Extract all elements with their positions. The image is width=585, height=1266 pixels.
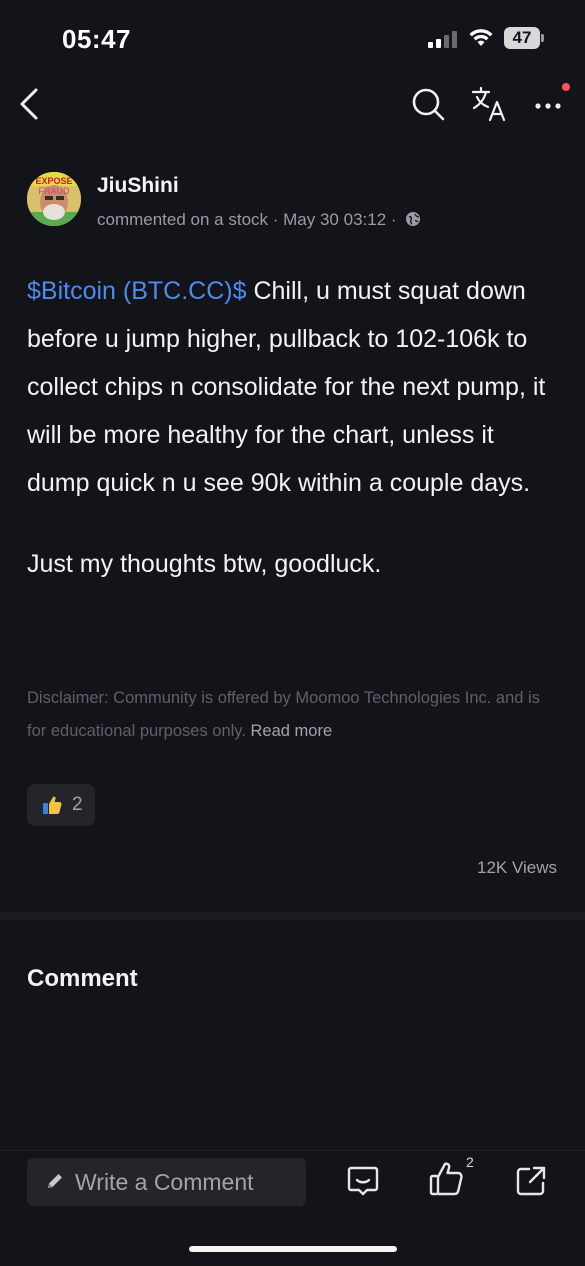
section-divider <box>0 912 585 920</box>
top-nav-bar <box>0 72 585 136</box>
post-meta-text: commented on a stock · May 30 03:12 · <box>97 210 397 229</box>
wifi-icon <box>469 29 493 46</box>
stock-ticker-link[interactable]: $Bitcoin (BTC.CC)$ <box>27 277 247 305</box>
home-indicator[interactable] <box>189 1246 397 1252</box>
reaction-count: 2 <box>72 794 83 815</box>
comment-section-title: Comment <box>27 965 138 992</box>
author-avatar[interactable]: EXPOSE FRAUD <box>27 172 81 226</box>
search-icon[interactable] <box>410 86 446 122</box>
svg-text:FRAUD: FRAUD <box>39 186 70 196</box>
comment-icon[interactable] <box>346 1164 380 1198</box>
write-comment-input[interactable]: Write a Comment <box>27 1158 306 1206</box>
translate-icon[interactable] <box>470 84 510 124</box>
post-text-2: Just my thoughts btw, goodluck. <box>27 550 382 578</box>
battery-icon: 47 <box>504 27 540 49</box>
globe-icon <box>406 212 421 226</box>
bottom-bar-divider <box>0 1150 585 1151</box>
share-icon[interactable] <box>514 1164 548 1198</box>
svg-text:EXPOSE: EXPOSE <box>35 176 72 186</box>
notification-dot <box>562 83 570 91</box>
more-options-icon[interactable] <box>530 86 570 122</box>
read-more-link[interactable]: Read more <box>251 722 333 740</box>
battery-cap <box>541 34 544 42</box>
cellular-signal-icon <box>428 30 458 48</box>
like-count: 2 <box>466 1154 474 1170</box>
post-text: Chill, u must squat down before u jump h… <box>27 277 546 497</box>
pencil-icon <box>48 1174 62 1188</box>
thumbs-up-emoji-icon <box>43 796 62 814</box>
post-meta: commented on a stock · May 30 03:12 · <box>97 210 421 230</box>
status-time: 05:47 <box>62 24 131 54</box>
view-count: 12K Views <box>476 858 557 877</box>
post-body: $Bitcoin (BTC.CC)$ Chill, u must squat d… <box>27 267 562 588</box>
thumbs-up-icon[interactable] <box>428 1160 466 1198</box>
post-author: EXPOSE FRAUD JiuShini commented on a sto… <box>27 168 567 230</box>
reaction-chip[interactable]: 2 <box>27 784 95 826</box>
author-name[interactable]: JiuShini <box>97 174 179 198</box>
back-arrow-icon[interactable] <box>14 84 46 124</box>
comment-placeholder: Write a Comment <box>75 1169 254 1195</box>
battery-level: 47 <box>512 28 532 47</box>
disclaimer: Disclaimer: Community is offered by Moom… <box>27 682 562 748</box>
status-bar: 05:47 47 <box>0 0 585 72</box>
